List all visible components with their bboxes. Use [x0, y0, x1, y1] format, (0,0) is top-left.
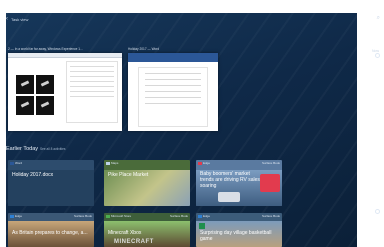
card-header: Maps [106, 161, 188, 165]
card-title: Baby boomers' market trends are driving … [200, 171, 260, 189]
card-app-name: Edge [203, 214, 211, 218]
activity-card-pike-place[interactable]: Maps Pike Place Market [104, 160, 190, 206]
card-device: Surface Book [261, 161, 280, 165]
timeline-scroll-handle[interactable] [375, 53, 380, 58]
card-app-name: Microsoft Store [111, 214, 132, 218]
edge-icon [10, 214, 14, 218]
card-app-name: Word [15, 161, 23, 165]
activity-card-holiday[interactable]: Word Holiday 2017.docx [8, 160, 94, 206]
image-thumb [36, 96, 54, 115]
section-title: Earlier Today [6, 146, 38, 152]
card-device: Surface Book [73, 214, 92, 218]
card-header: Edge Surface Book [198, 161, 280, 165]
card-device: Surface Book [169, 214, 188, 218]
edge-icon [198, 161, 202, 165]
card-title: Minecraft Xbox [108, 230, 142, 236]
activity-card-rv-sales[interactable]: Edge Surface Book Baby boomers' market t… [196, 160, 282, 206]
activity-card-basketball[interactable]: Edge Surface Book Surprising day village… [196, 213, 282, 247]
app-badge-icon [199, 223, 205, 229]
window-thumbnail-word[interactable] [128, 53, 218, 131]
card-title: Holiday 2017.docx [12, 172, 54, 178]
card-header: Edge Surface Book [10, 214, 92, 218]
image-thumb [36, 75, 54, 94]
minecraft-logo: MINECRAFT [114, 239, 154, 245]
task-view-label: Task view [11, 16, 29, 22]
task-view-header[interactable]: ‹ Task view [6, 16, 28, 22]
card-app-name: Edge [203, 161, 211, 165]
see-all-link[interactable]: See all 8 activities [40, 147, 66, 151]
edge-icon [198, 214, 202, 218]
card-title: Surprising day village basketball game [200, 230, 272, 242]
timeline-scroll-marker[interactable] [375, 209, 380, 214]
search-icon[interactable]: ⌕ [377, 15, 380, 22]
window-title-1: 2 — In a world far far away, Windows Exp… [8, 47, 84, 51]
image-thumb [16, 75, 34, 94]
image-grid [16, 75, 56, 115]
word-ribbon [128, 53, 218, 62]
card-app-name: Edge [15, 214, 23, 218]
card-title: As Britain prepares to change, a... [12, 230, 88, 236]
card-header: Edge Surface Book [198, 214, 280, 218]
word-icon [10, 161, 14, 165]
maps-icon [106, 161, 110, 165]
card-header: Word [10, 161, 92, 165]
activity-card-britain[interactable]: Edge Surface Book As Britain prepares to… [8, 213, 94, 247]
window-thumbnail-photos[interactable] [8, 53, 122, 131]
card-device: Surface Book [261, 214, 280, 218]
window-title-2: Holiday 2017 — Word [128, 47, 160, 51]
store-icon [106, 214, 110, 218]
card-header: Microsoft Store Surface Book [106, 214, 188, 218]
card-title: Pike Place Market [108, 172, 149, 178]
card-app-name: Maps [111, 161, 119, 165]
window-toolbar [8, 53, 122, 58]
word-document [138, 67, 208, 127]
rv-image [218, 192, 240, 202]
image-thumb [16, 96, 34, 115]
document-sheet [66, 61, 118, 123]
red-thumbnail [260, 174, 280, 192]
activity-card-minecraft[interactable]: Microsoft Store Surface Book Minecraft X… [104, 213, 190, 247]
back-arrow-icon[interactable]: ‹ [6, 16, 8, 22]
timeline-scrollbar[interactable] [377, 54, 378, 224]
